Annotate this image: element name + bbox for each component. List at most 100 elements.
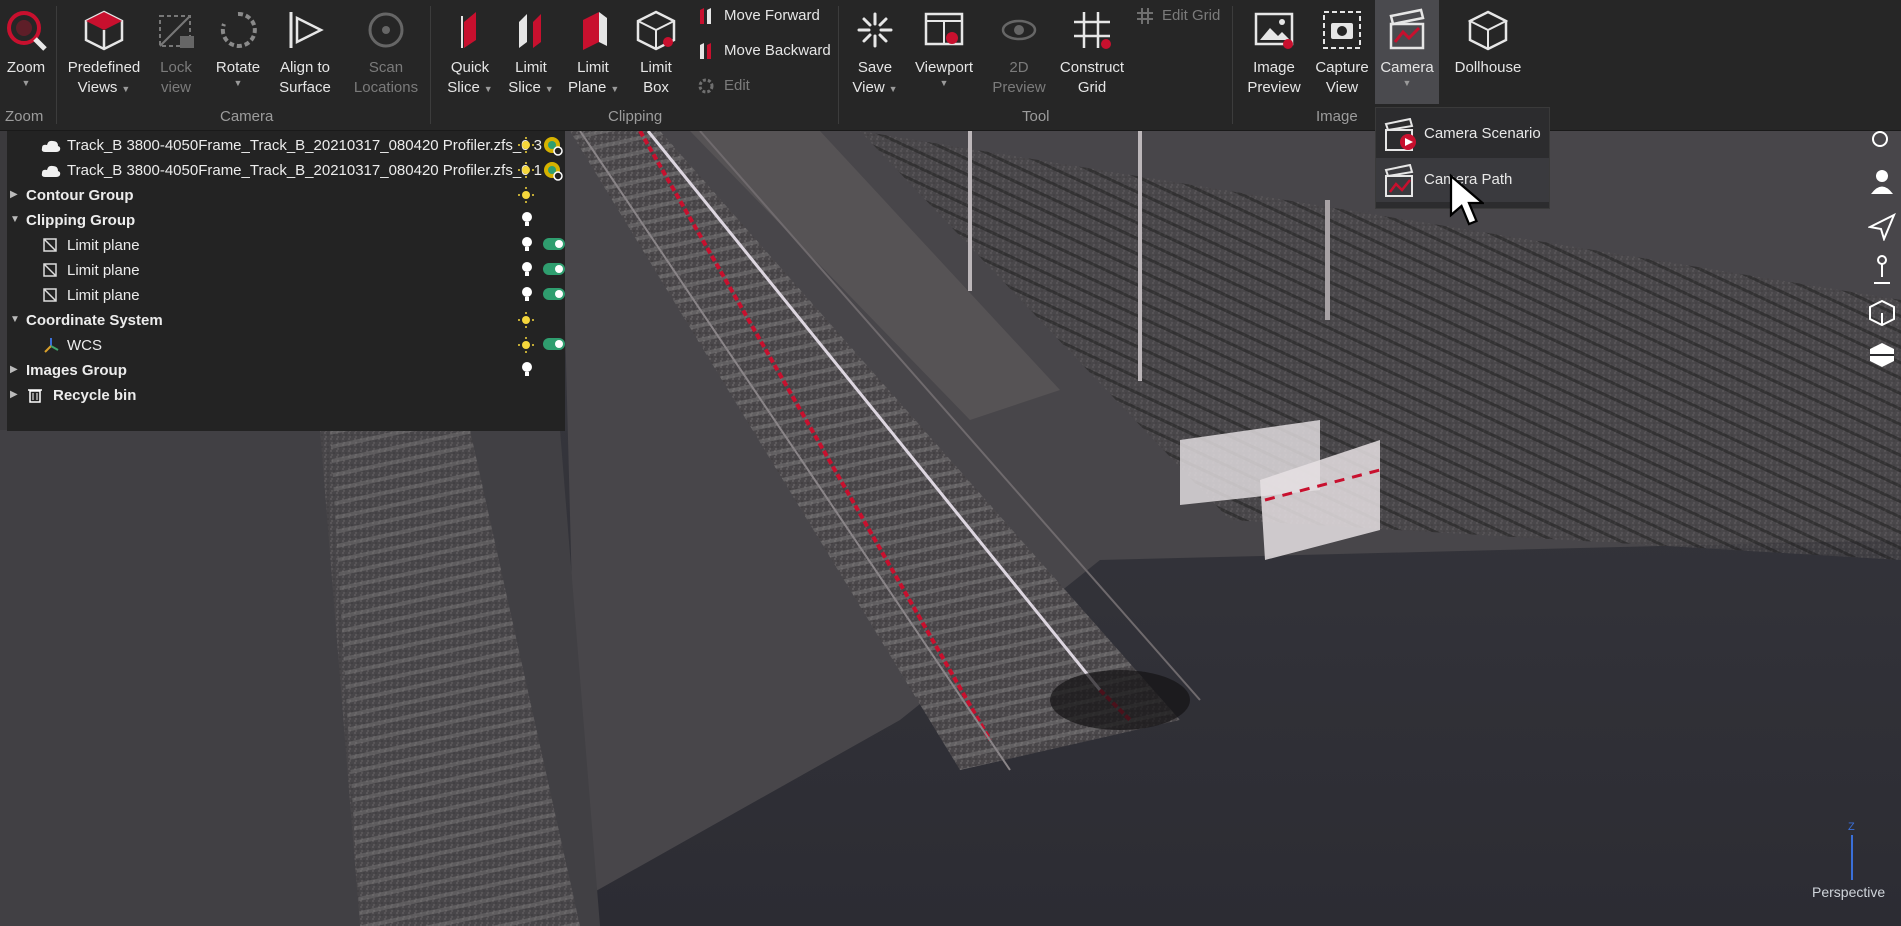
separator [430,6,431,124]
bulb-icon[interactable] [521,261,533,279]
cube-icon [84,10,124,51]
save-view-button[interactable]: Save View ▼ [852,4,898,99]
move-forward-label: Move Forward [724,7,820,24]
color-mode-icon[interactable] [543,136,563,156]
predefined-views-label-2: Views [77,79,118,96]
tree-item-contour-group[interactable]: ▶ Contour Group [7,183,565,208]
section-box-icon[interactable] [1868,341,1896,369]
construct-grid-label-2: Grid [1077,79,1107,96]
tree-item-limit-plane-2[interactable]: Limit plane [7,258,565,283]
quick-slice-button[interactable]: Quick Slice ▼ [444,4,496,99]
tool-group-title: Tool [1022,108,1050,125]
person-icon[interactable] [1868,255,1896,285]
zoom-button[interactable]: Zoom ▼ [2,4,50,88]
viewport-button[interactable]: Viewport ▼ [910,4,978,88]
tree-item-recycle-bin[interactable]: ▶ Recycle bin [7,383,565,408]
box-view-icon[interactable] [1868,299,1896,327]
projection-label: Perspective [1812,884,1886,900]
grid-small-icon [1137,8,1153,25]
tree-item-pointcloud-1[interactable]: Track_B 3800-4050Frame_Track_B_20210317_… [7,133,565,158]
construct-grid-label: Construct [1059,59,1125,76]
limit-plane-icon [43,263,57,277]
cloud-icon [41,165,61,177]
rotate-button[interactable]: Rotate ▼ [212,4,264,88]
scan-locations-button[interactable]: Scan Locations [350,4,422,98]
tree-item-limit-plane-3[interactable]: Limit plane [7,283,565,308]
rotate-icon [220,11,257,48]
expand-arrow-icon[interactable]: ▶ [10,189,20,200]
fly-mode-icon[interactable] [1868,213,1896,241]
orbit-icon[interactable] [1868,131,1892,151]
viewport-label: Viewport [914,59,974,76]
limit-slice-icon [519,14,541,48]
tree-item-label: WCS [67,337,102,354]
bulb-icon[interactable] [521,286,533,304]
bulb-on-icon[interactable] [517,336,535,354]
move-forward-button[interactable]: Move Forward [696,4,820,28]
chevron-down-icon: ▼ [888,84,898,94]
edit-button[interactable]: Edit [696,74,750,98]
expand-arrow-icon[interactable]: ▶ [10,364,20,375]
chevron-down-icon: ▼ [21,78,31,88]
tree-item-clipping-group[interactable]: ▼ Clipping Group [7,208,565,233]
image-preview-button[interactable]: Image Preview [1246,4,1302,98]
predefined-views-button[interactable]: Predefined Views ▼ [66,4,142,99]
save-view-icon [857,12,893,48]
menu-item-camera-scenario[interactable]: Camera Scenario [1376,112,1549,156]
tree-item-pointcloud-2[interactable]: Track_B 3800-4050Frame_Track_B_20210317_… [7,158,565,183]
edit-grid-label: Edit Grid [1162,7,1221,24]
toggle-on[interactable] [543,288,565,300]
collapse-arrow-icon[interactable]: ▼ [10,214,20,225]
limit-plane-label: Limit [577,59,609,76]
align-surface-icon [289,12,324,48]
camera-capture-icon [1323,11,1361,49]
eye-icon [1001,19,1037,41]
construct-grid-button[interactable]: Construct Grid [1056,4,1128,98]
align-to-surface-button[interactable]: Align to Surface [276,4,334,98]
clapperboard-icon [1389,8,1425,50]
toggle-on[interactable] [543,338,565,350]
limit-plane-button[interactable]: Limit Plane ▼ [568,4,619,99]
camera-group-title: Camera [220,108,274,125]
bulb-on-icon[interactable] [517,311,535,329]
limit-box-label-2: Box [643,79,669,96]
tree-item-label: Track_B 3800-4050Frame_Track_B_20210317_… [67,162,543,179]
bulb-icon[interactable] [521,361,533,379]
dollhouse-button[interactable]: Dollhouse [1452,4,1524,78]
camera-button[interactable]: Camera ▼ [1375,4,1439,88]
bulb-on-icon[interactable] [517,186,535,204]
2d-preview-button[interactable]: 2D Preview [990,4,1048,98]
edit-grid-button[interactable]: Edit Grid [1136,4,1220,28]
bulb-icon[interactable] [521,236,533,254]
color-mode-icon[interactable] [543,161,563,181]
collapse-arrow-icon[interactable]: ▼ [10,314,20,325]
save-view-label: Save [857,59,893,76]
move-backward-button[interactable]: Move Backward [696,39,831,63]
tree-item-images-group[interactable]: ▶ Images Group [7,358,565,383]
lock-view-button[interactable]: Lock view [154,4,198,98]
toggle-on[interactable] [543,238,565,250]
toggle-on[interactable] [543,263,565,275]
expand-arrow-icon[interactable]: ▶ [10,389,20,400]
lock-view-label-2: view [160,79,191,96]
bulb-on-icon[interactable] [517,161,535,179]
image-preview-icon [1254,12,1294,49]
limit-box-button[interactable]: Limit Box [634,4,678,98]
tree-item-coordinate-system[interactable]: ▼ Coordinate System [7,308,565,333]
capture-view-button[interactable]: Capture View [1312,4,1372,98]
chevron-down-icon: ▼ [1402,78,1412,88]
capture-view-label-2: View [1325,79,1359,96]
quick-slice-label: Quick [450,59,490,76]
bulb-on-icon[interactable] [517,136,535,154]
tree-item-limit-plane-1[interactable]: Limit plane [7,233,565,258]
gear-icon [698,78,714,94]
bulb-icon[interactable] [521,211,533,229]
walk-person-icon[interactable] [1868,167,1896,195]
tree-item-wcs[interactable]: WCS [7,333,565,358]
mouse-cursor-icon [1449,173,1484,226]
dollhouse-icon [1467,10,1509,51]
tree-item-label: Limit plane [67,287,140,304]
camera-scenario-label: Camera Scenario [1424,125,1541,142]
limit-slice-label: Limit [515,59,547,76]
limit-slice-button[interactable]: Limit Slice ▼ [508,4,554,99]
